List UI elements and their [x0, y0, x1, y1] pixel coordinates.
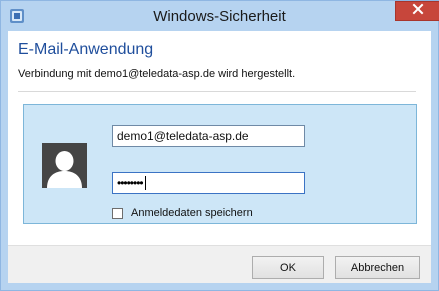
remember-credentials-option[interactable]: Anmeldedaten speichern	[112, 206, 253, 220]
close-icon	[412, 2, 424, 20]
ok-button[interactable]: OK	[252, 256, 324, 279]
title-bar[interactable]: Windows-Sicherheit	[1, 1, 439, 31]
username-input[interactable]	[112, 125, 305, 147]
window-title: Windows-Sicherheit	[153, 8, 286, 25]
connection-message: Verbindung mit demo1@teledata-asp.de wir…	[18, 68, 296, 80]
user-avatar-icon	[42, 143, 87, 188]
close-button[interactable]	[395, 1, 439, 21]
security-dialog-window: Windows-Sicherheit E-Mail-Anwendung Verb…	[0, 0, 439, 291]
dialog-body: E-Mail-Anwendung Verbindung mit demo1@te…	[8, 31, 431, 283]
button-bar: OK Abbrechen	[8, 245, 431, 283]
dialog-heading: E-Mail-Anwendung	[18, 41, 154, 58]
remember-checkbox[interactable]	[112, 207, 123, 219]
password-input[interactable]: ••••••••	[112, 172, 305, 194]
text-caret	[144, 176, 146, 190]
password-masked-value: ••••••••	[117, 176, 144, 190]
cancel-button[interactable]: Abbrechen	[335, 256, 420, 279]
remember-label: Anmeldedaten speichern	[131, 207, 253, 219]
credential-tile[interactable]: •••••••• Anmeldedaten speichern	[23, 104, 417, 224]
divider	[18, 91, 416, 92]
